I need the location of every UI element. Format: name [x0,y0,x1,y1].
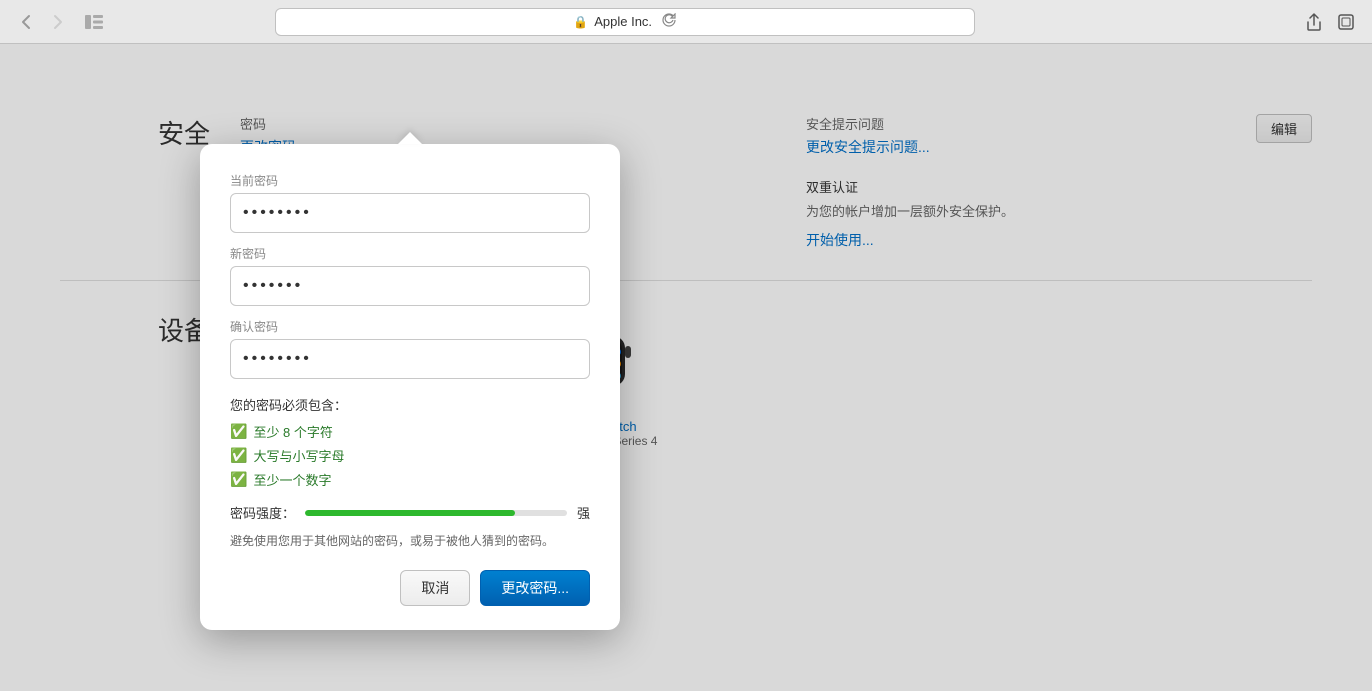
req-text-1: 至少 8 个字符 [253,422,332,441]
modal-arrow [398,132,422,144]
new-password-group: 新密码 [230,245,590,306]
req-item-2: ✅ 大写与小写字母 [230,446,590,465]
forward-button[interactable] [44,8,72,36]
password-requirements: 您的密码必须包含： ✅ 至少 8 个字符 ✅ 大写与小写字母 ✅ 至少一个数字 [230,395,590,489]
nav-buttons [12,8,72,36]
lock-icon: 🔒 [573,15,588,29]
req-check-1: ✅ [230,423,247,440]
submit-button[interactable]: 更改密码... [480,570,590,606]
strength-row: 密码强度： 强 [230,503,590,522]
new-tab-button[interactable] [1332,8,1360,36]
toolbar-right [1300,8,1360,36]
share-button[interactable] [1300,8,1328,36]
url-text: Apple Inc. [594,14,652,29]
confirm-password-label: 确认密码 [230,318,590,335]
req-check-3: ✅ [230,471,247,488]
address-bar[interactable]: 🔒 Apple Inc. [275,8,975,36]
back-button[interactable] [12,8,40,36]
req-text-2: 大写与小写字母 [253,446,344,465]
current-password-group: 当前密码 [230,172,590,233]
modal-overlay: 当前密码 新密码 确认密码 您的密码必须包含： ✅ 至少 8 个字符 ✅ [0,44,1372,691]
current-password-input[interactable] [230,193,590,233]
page-content: 安全 密码 更改密码... 安全提示问题 更改安全提示问题... 编辑 [0,44,1372,691]
confirm-password-group: 确认密码 [230,318,590,379]
strength-bar-container [305,510,567,516]
reload-button[interactable] [662,13,676,30]
confirm-password-input[interactable] [230,339,590,379]
current-password-label: 当前密码 [230,172,590,189]
req-item-1: ✅ 至少 8 个字符 [230,422,590,441]
warning-text: 避免使用您用于其他网站的密码，或易于被他人猜到的密码。 [230,532,590,550]
strength-value: 强 [577,503,590,522]
strength-bar [305,510,515,516]
sidebar-button[interactable] [80,8,108,36]
browser-chrome: 🔒 Apple Inc. [0,0,1372,44]
req-item-3: ✅ 至少一个数字 [230,470,590,489]
cancel-button[interactable]: 取消 [400,570,470,606]
modal-buttons: 取消 更改密码... [230,570,590,606]
new-password-input[interactable] [230,266,590,306]
strength-label: 密码强度： [230,503,295,522]
new-password-label: 新密码 [230,245,590,262]
req-text-3: 至少一个数字 [253,470,331,489]
requirements-title: 您的密码必须包含： [230,395,590,414]
change-password-modal: 当前密码 新密码 确认密码 您的密码必须包含： ✅ 至少 8 个字符 ✅ [200,144,620,630]
req-check-2: ✅ [230,447,247,464]
